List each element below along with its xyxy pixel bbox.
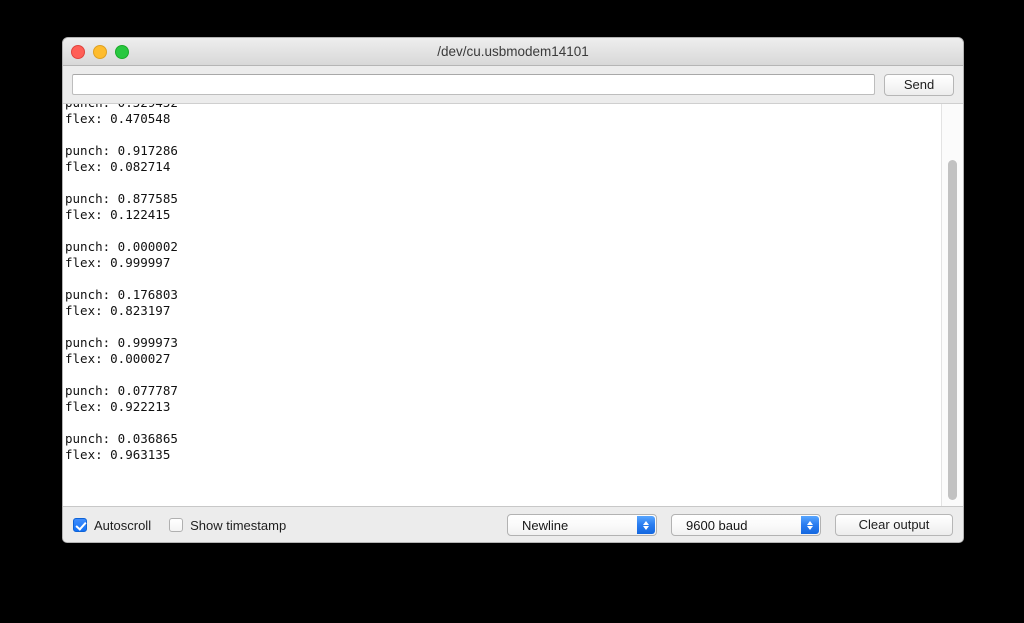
chevron-updown-icon[interactable] — [801, 516, 819, 534]
send-button[interactable]: Send — [884, 73, 954, 96]
console-line: flex: 0.470548 — [65, 111, 171, 126]
console-line: punch: 0.529452 — [63, 104, 941, 111]
show-timestamp-checkbox[interactable] — [169, 518, 184, 532]
baud-rate-select[interactable]: 9600 baud — [671, 514, 821, 536]
screen: /dev/cu.usbmodem14101 Send punch: 0.5294… — [0, 0, 1024, 623]
console-scrollbar-thumb[interactable] — [948, 160, 957, 500]
chevron-up-icon — [807, 520, 813, 525]
window-title: /dev/cu.usbmodem14101 — [437, 44, 589, 59]
autoscroll-checkbox-group[interactable]: Autoscroll — [73, 518, 151, 533]
autoscroll-checkbox[interactable] — [73, 518, 87, 532]
console-line: flex: 0.999997 — [65, 255, 171, 270]
console-text: punch: 0.529452flex: 0.470548 punch: 0.91… — [63, 104, 941, 463]
console-line: flex: 0.122415 — [65, 207, 171, 222]
show-timestamp-label: Show timestamp — [190, 517, 287, 533]
chevron-down-icon — [807, 525, 813, 530]
console-line: flex: 0.823197 — [65, 303, 171, 318]
send-input[interactable] — [72, 74, 875, 95]
console-line: punch: 0.077787 — [65, 383, 178, 398]
console-line: flex: 0.963135 — [65, 447, 171, 462]
chevron-up-icon — [643, 520, 649, 525]
console-scrollbar[interactable] — [941, 104, 963, 506]
console-line: flex: 0.000027 — [65, 351, 171, 366]
bottom-toolbar: Autoscroll Show timestamp Newline 9600 b… — [63, 507, 963, 542]
chevron-updown-icon[interactable] — [637, 516, 655, 534]
line-ending-select[interactable]: Newline — [507, 514, 657, 536]
send-row: Send — [63, 66, 963, 104]
chevron-down-icon — [643, 525, 649, 530]
line-ending-value: Newline — [522, 517, 569, 533]
autoscroll-label: Autoscroll — [94, 517, 152, 533]
serial-monitor-window: /dev/cu.usbmodem14101 Send punch: 0.5294… — [62, 37, 964, 543]
show-timestamp-checkbox-group[interactable]: Show timestamp — [169, 518, 286, 533]
console-line: punch: 0.877585 — [65, 191, 178, 206]
console-line: punch: 0.000002 — [65, 239, 178, 254]
clear-output-button[interactable]: Clear output — [835, 514, 953, 536]
window-titlebar[interactable]: /dev/cu.usbmodem14101 — [63, 38, 963, 66]
baud-rate-value: 9600 baud — [686, 517, 748, 533]
console-line: punch: 0.036865 — [65, 431, 178, 446]
console-line: flex: 0.922213 — [65, 399, 171, 414]
console-line: punch: 0.176803 — [65, 287, 178, 302]
console-line: punch: 0.917286 — [65, 143, 178, 158]
console-line: punch: 0.999973 — [65, 335, 178, 350]
console-output-area[interactable]: punch: 0.529452flex: 0.470548 punch: 0.91… — [63, 104, 963, 507]
console-line: flex: 0.082714 — [65, 159, 171, 174]
